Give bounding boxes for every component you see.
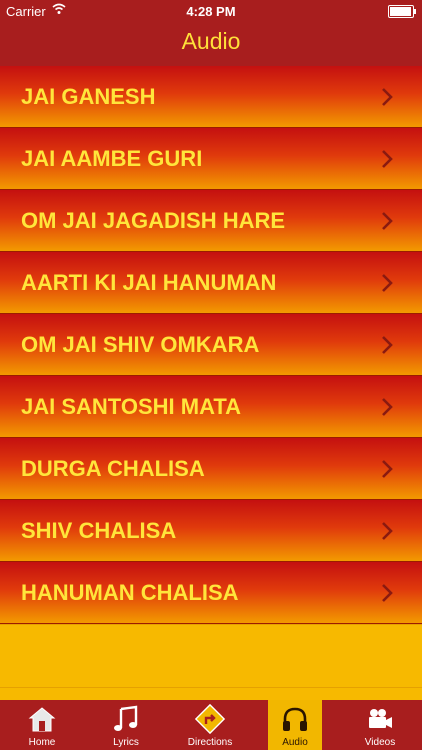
status-bar: Carrier 4:28 PM [0,0,422,22]
list-item-hanuman-chalisa[interactable]: HANUMAN CHALISA [0,562,422,624]
chevron-right-icon [382,398,393,416]
battery-icon [388,5,416,18]
music-note-icon [114,705,138,731]
list-item-om-jai-shiv-omkara[interactable]: OM JAI SHIV OMKARA [0,314,422,376]
tab-videos[interactable]: Videos [338,700,422,750]
list-item-label: AARTI KI JAI HANUMAN [21,270,277,295]
tab-home-label: Home [28,737,56,748]
tab-lyrics[interactable]: Lyrics [84,700,168,750]
chevron-right-icon [382,584,393,602]
list-item-label: SHIV CHALISA [21,518,177,543]
audio-list: JAI GANESH JAI AAMBE GURI OM JAI JAGADIS… [0,66,422,624]
chevron-right-icon [382,212,393,230]
directions-icon [195,704,225,734]
headphones-icon [283,707,307,731]
home-icon [28,707,56,732]
chevron-right-icon [382,336,393,354]
chevron-right-icon [382,522,393,540]
video-camera-icon [369,709,392,728]
tab-audio[interactable]: Audio [268,700,322,750]
list-item-label: JAI SANTOSHI MATA [21,394,242,419]
list-item-om-jai-jagadish-hare[interactable]: OM JAI JAGADISH HARE [0,190,422,252]
list-item-label: JAI GANESH [21,84,156,109]
list-item-label: OM JAI SHIV OMKARA [21,332,260,357]
list-item-shiv-chalisa[interactable]: SHIV CHALISA [0,500,422,562]
list-item-jai-aambe-guri[interactable]: JAI AAMBE GURI [0,128,422,190]
list-item-label: OM JAI JAGADISH HARE [21,208,286,233]
wifi-icon [52,3,66,18]
tab-videos-label: Videos [364,737,396,748]
list-item-jai-ganesh[interactable]: JAI GANESH [0,66,422,128]
list-empty-area [0,624,422,701]
list-item-jai-santoshi-mata[interactable]: JAI SANTOSHI MATA [0,376,422,438]
list-item-aarti-ki-jai-hanuman[interactable]: AARTI KI JAI HANUMAN [0,252,422,314]
list-item-durga-chalisa[interactable]: DURGA CHALISA [0,438,422,500]
tab-audio-label: Audio [282,737,308,748]
tab-directions[interactable]: Directions [168,700,252,750]
page-title: Audio [181,28,241,54]
tab-directions-label: Directions [187,737,233,748]
list-item-label: DURGA CHALISA [21,456,205,481]
chevron-right-icon [382,460,393,478]
list-item-label: JAI AAMBE GURI [21,146,203,171]
carrier-label: Carrier [6,4,46,19]
tab-lyrics-label: Lyrics [113,737,139,748]
divider [0,687,422,688]
tab-home[interactable]: Home [0,700,84,750]
tab-bar: Home Lyrics Directions Audio Videos [0,700,422,750]
chevron-right-icon [382,88,393,106]
chevron-right-icon [382,150,393,168]
navigation-bar: Audio [0,22,422,66]
chevron-right-icon [382,274,393,292]
list-item-label: HANUMAN CHALISA [21,580,239,605]
